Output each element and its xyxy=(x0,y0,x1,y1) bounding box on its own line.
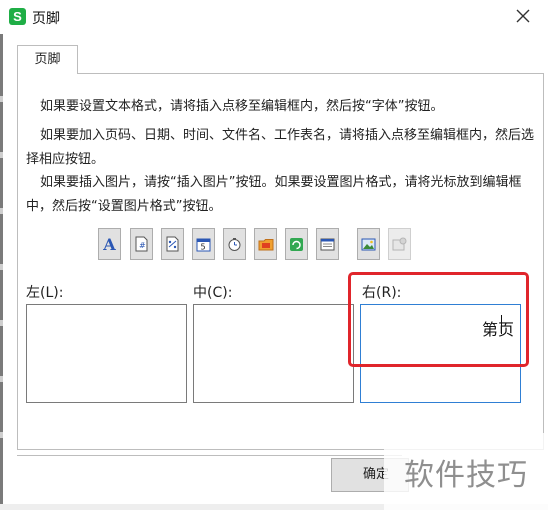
file-name-button[interactable] xyxy=(285,228,308,260)
text-caret xyxy=(500,315,502,334)
date-icon: 5 xyxy=(196,238,211,251)
center-section-label: 中(C): xyxy=(193,285,233,301)
center-section-input[interactable] xyxy=(193,304,354,403)
sheet-name-button[interactable] xyxy=(316,228,339,260)
title-bar: S 页脚 xyxy=(0,0,548,34)
insert-picture-icon xyxy=(361,238,376,250)
close-button[interactable] xyxy=(512,5,534,27)
watermark: 软件技巧 xyxy=(384,433,548,510)
instruction-fields: 如果要加入页码、日期、时间、文件名、工作表名，请将插入点移至编辑框内，然后选择相… xyxy=(26,128,535,167)
dialog-title: 页脚 xyxy=(32,11,60,27)
file-path-button[interactable] xyxy=(254,228,277,260)
font-button[interactable]: A xyxy=(98,228,121,260)
close-icon xyxy=(516,9,530,23)
file-path-icon xyxy=(258,238,273,250)
divider xyxy=(17,455,402,456)
right-section-input[interactable]: 第页 xyxy=(360,304,521,403)
total-pages-icon xyxy=(166,236,179,252)
date-button[interactable]: 5 xyxy=(192,228,215,260)
background-window-edge xyxy=(0,34,3,510)
format-picture-icon xyxy=(392,237,407,250)
footer-panel: 如果要设置文本格式，请将插入点移至编辑框内，然后按“字体”按钮。 如果要加入页码… xyxy=(17,73,544,450)
font-icon: A xyxy=(103,234,116,254)
right-section-value: 第页 xyxy=(481,320,514,339)
left-section-input[interactable] xyxy=(26,304,187,403)
format-picture-button[interactable] xyxy=(388,228,411,260)
svg-text:5: 5 xyxy=(201,242,206,251)
time-icon xyxy=(228,237,241,251)
time-button[interactable] xyxy=(223,228,246,260)
instruction-picture: 如果要插入图片，请按“插入图片”按钮。如果要设置图片格式，请将光标放到编辑框中，… xyxy=(26,175,522,214)
svg-text:#: # xyxy=(139,241,146,250)
instruction-font: 如果要设置文本格式，请将插入点移至编辑框内，然后按“字体”按钮。 xyxy=(40,99,444,114)
app-logo-icon: S xyxy=(9,8,26,25)
page-number-button[interactable]: # xyxy=(130,228,153,260)
file-name-icon xyxy=(290,237,303,251)
left-section-label: 左(L): xyxy=(26,285,64,301)
right-section-label: 右(R): xyxy=(362,285,402,301)
sheet-name-icon xyxy=(320,238,335,250)
tab-footer[interactable]: 页脚 xyxy=(17,45,78,74)
page-number-icon: # xyxy=(135,236,148,252)
total-pages-button[interactable] xyxy=(161,228,184,260)
watermark-text: 软件技巧 xyxy=(404,457,528,493)
insert-picture-button[interactable] xyxy=(357,228,380,260)
